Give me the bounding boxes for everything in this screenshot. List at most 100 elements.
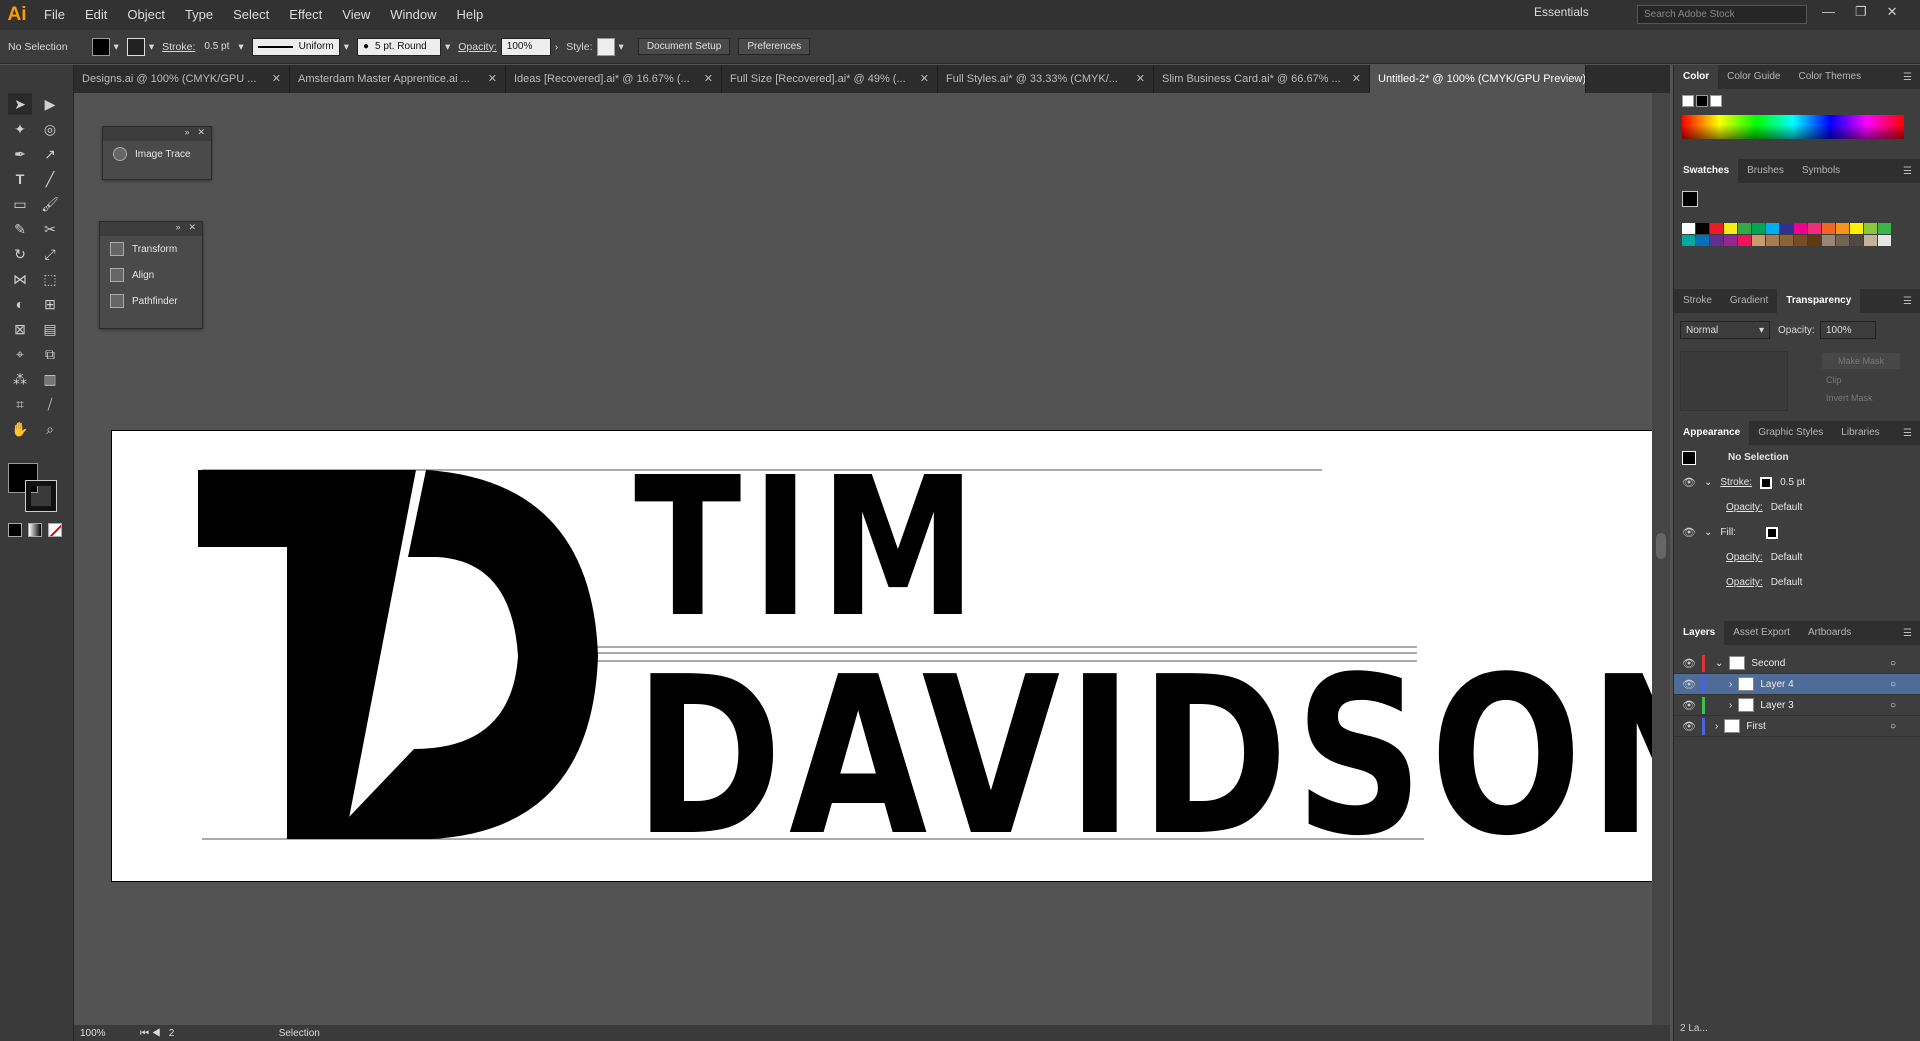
opacity-field[interactable]: 100% xyxy=(500,37,551,56)
target-icon[interactable]: ○ xyxy=(1890,700,1896,711)
layer-row[interactable]: 👁 › Layer 4 ○ xyxy=(1674,674,1920,695)
tab-color-themes[interactable]: Color Themes xyxy=(1789,65,1870,89)
black-swatch[interactable] xyxy=(1696,95,1708,107)
swatch[interactable] xyxy=(1794,235,1807,246)
layer-name[interactable]: First xyxy=(1746,721,1765,732)
layer-name[interactable]: Layer 3 xyxy=(1760,700,1793,711)
swatch[interactable] xyxy=(1794,223,1807,234)
menu-effect[interactable]: Effect xyxy=(279,0,332,30)
fill-attr-label[interactable]: Fill: xyxy=(1720,527,1736,538)
swatch[interactable] xyxy=(1836,223,1849,234)
document-tab[interactable]: Designs.ai @ 100% (CMYK/GPU ... ✕ xyxy=(74,65,290,93)
hand-tool-icon[interactable]: ✋ xyxy=(8,418,32,440)
visibility-eye-icon[interactable]: 👁 xyxy=(1682,678,1696,691)
artboard[interactable]: TIM DAVIDSON xyxy=(111,430,1656,882)
tab-graphic-styles[interactable]: Graphic Styles xyxy=(1749,421,1832,445)
graph-tool-icon[interactable]: ▥ xyxy=(38,368,62,390)
swatch[interactable] xyxy=(1780,235,1793,246)
close-tab-icon[interactable]: ✕ xyxy=(1136,65,1145,93)
swatch[interactable] xyxy=(1682,223,1695,234)
width-tool-icon[interactable]: ⋈ xyxy=(8,268,32,290)
minimize-button[interactable]: — xyxy=(1822,4,1835,20)
layer-row[interactable]: 👁 › First ○ xyxy=(1674,716,1920,737)
swatch[interactable] xyxy=(1808,223,1821,234)
gradient-tool-icon[interactable]: ▤ xyxy=(38,318,62,340)
visibility-eye-icon[interactable]: 👁 xyxy=(1682,699,1696,712)
gradient-mode-icon[interactable] xyxy=(28,523,42,537)
stroke-attr-value[interactable]: 0.5 pt xyxy=(1780,477,1805,488)
none-mode-icon[interactable] xyxy=(48,523,62,537)
transparency-opacity-field[interactable]: 100% xyxy=(1820,321,1876,339)
brush-definition[interactable]: ● 5 pt. Round xyxy=(356,37,441,56)
swatch[interactable] xyxy=(1752,223,1765,234)
menu-select[interactable]: Select xyxy=(223,0,279,30)
stroke-swatch[interactable] xyxy=(126,37,145,56)
swatch[interactable] xyxy=(1738,235,1751,246)
menu-edit[interactable]: Edit xyxy=(75,0,117,30)
swatch[interactable] xyxy=(1724,223,1737,234)
menu-file[interactable]: File xyxy=(34,0,75,30)
chevron-icon[interactable]: › xyxy=(1729,700,1732,711)
tab-symbols[interactable]: Symbols xyxy=(1793,159,1849,183)
target-icon[interactable]: ○ xyxy=(1890,721,1896,732)
rotate-tool-icon[interactable]: ↻ xyxy=(8,243,32,265)
blend-tool-icon[interactable]: ⧉ xyxy=(38,343,62,365)
artboard-navigation[interactable]: ⏮ ◀ xyxy=(140,1028,161,1039)
close-icon[interactable]: ✕ xyxy=(188,222,196,236)
opacity-label[interactable]: Opacity: xyxy=(458,41,497,53)
image-trace-item[interactable]: Image Trace xyxy=(103,141,211,167)
document-setup-button[interactable]: Document Setup xyxy=(637,38,731,55)
symbol-sprayer-tool-icon[interactable]: ⁂ xyxy=(8,368,32,390)
tab-layers[interactable]: Layers xyxy=(1674,621,1725,645)
tab-transparency[interactable]: Transparency xyxy=(1777,289,1861,313)
tab-asset-export[interactable]: Asset Export xyxy=(1724,621,1799,645)
clip-checkbox[interactable]: Clip xyxy=(1826,375,1842,385)
swatch[interactable] xyxy=(1864,235,1877,246)
menu-type[interactable]: Type xyxy=(175,0,223,30)
magic-wand-tool-icon[interactable]: ✦ xyxy=(8,118,32,140)
layer-row[interactable]: 👁 › Layer 3 ○ xyxy=(1674,695,1920,716)
chevron-icon[interactable]: › xyxy=(1729,679,1732,690)
slice-tool-icon[interactable]: ⧸ xyxy=(38,393,62,415)
panel-menu-icon[interactable]: ☰ xyxy=(1903,428,1920,439)
workspace-switcher[interactable]: Essentials xyxy=(1534,5,1589,19)
style-swatch[interactable] xyxy=(596,37,615,56)
artboard-tool-icon[interactable]: ⌗ xyxy=(8,393,32,415)
rectangle-tool-icon[interactable]: ▭ xyxy=(8,193,32,215)
swatch[interactable] xyxy=(1836,235,1849,246)
tab-stroke[interactable]: Stroke xyxy=(1674,289,1721,313)
tab-appearance[interactable]: Appearance xyxy=(1674,421,1750,445)
maximize-button[interactable]: ❐ xyxy=(1855,4,1867,20)
curvature-tool-icon[interactable]: ↗ xyxy=(38,143,62,165)
swatch[interactable] xyxy=(1766,223,1779,234)
swatch[interactable] xyxy=(1752,235,1765,246)
invert-mask-checkbox[interactable]: Invert Mask xyxy=(1826,393,1873,403)
pathfinder-item[interactable]: Pathfinder xyxy=(100,288,202,314)
layer-row[interactable]: 👁 ⌄ Second ○ xyxy=(1674,653,1920,674)
tab-brushes[interactable]: Brushes xyxy=(1738,159,1793,183)
swatch[interactable] xyxy=(1822,223,1835,234)
perspective-grid-tool-icon[interactable]: ⊞ xyxy=(38,293,62,315)
stroke-label[interactable]: Stroke: xyxy=(162,41,195,53)
free-transform-tool-icon[interactable]: ⬚ xyxy=(38,268,62,290)
visibility-eye-icon[interactable]: 👁 xyxy=(1682,720,1696,733)
panel-menu-icon[interactable]: ☰ xyxy=(1903,628,1920,639)
swatch[interactable] xyxy=(1710,223,1723,234)
swatch[interactable] xyxy=(1822,235,1835,246)
swatch[interactable] xyxy=(1738,223,1751,234)
swatch[interactable] xyxy=(1696,235,1709,246)
menu-window[interactable]: Window xyxy=(380,0,446,30)
blend-mode-select[interactable]: Normal ▾ xyxy=(1680,321,1770,339)
scissors-tool-icon[interactable]: ✂ xyxy=(38,218,62,240)
menu-object[interactable]: Object xyxy=(117,0,175,30)
swatch[interactable] xyxy=(1696,223,1709,234)
close-tab-icon[interactable]: ✕ xyxy=(920,65,929,93)
align-item[interactable]: Align xyxy=(100,262,202,288)
swatch[interactable] xyxy=(1808,235,1821,246)
pen-tool-icon[interactable]: ✒ xyxy=(8,143,32,165)
line-tool-icon[interactable]: ╱ xyxy=(38,168,62,190)
type-tool-icon[interactable]: T xyxy=(8,168,32,190)
variable-width-profile[interactable]: Uniform xyxy=(251,37,340,56)
stroke-color-box[interactable] xyxy=(25,480,57,512)
artboard-number[interactable]: 2 xyxy=(169,1028,209,1039)
